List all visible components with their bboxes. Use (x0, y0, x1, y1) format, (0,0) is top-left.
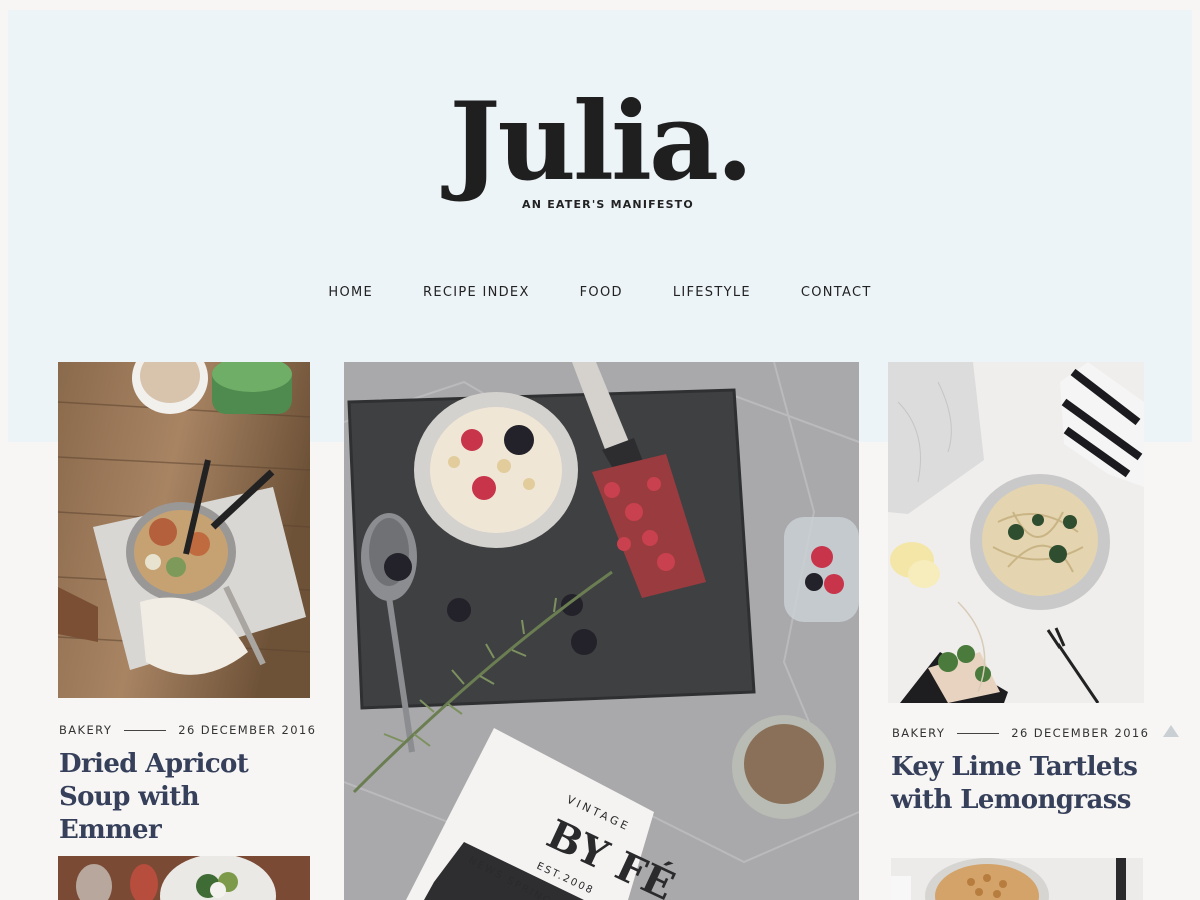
post-date: 26 DECEMBER 2016 (1011, 726, 1150, 740)
nav-item-home[interactable]: HOME (328, 285, 373, 300)
nav-item-lifestyle[interactable]: LIFESTYLE (673, 285, 751, 300)
wood-table-food-image (58, 362, 310, 698)
post-title-link[interactable]: Dried Apricot Soup with Emmer (59, 748, 309, 847)
post-image-key-lime-tartlets[interactable] (888, 362, 1144, 703)
post-category-link[interactable]: BAKERY (892, 726, 945, 740)
site-tagline: AN EATER'S MANIFESTO (522, 198, 694, 211)
post-title-link[interactable]: Key Lime Tartlets with Lemongrass (891, 751, 1143, 817)
post-meta-right: BAKERY 26 DECEMBER 2016 (892, 726, 1149, 740)
main-navigation: HOME RECIPE INDEX FOOD LIFESTYLE CONTACT (8, 285, 1192, 300)
post-meta-left: BAKERY 26 DECEMBER 2016 (59, 723, 316, 737)
nav-item-food[interactable]: FOOD (580, 285, 623, 300)
post-image-salad-partial[interactable] (58, 856, 310, 900)
scroll-to-top-icon[interactable] (1163, 725, 1179, 737)
salad-image (58, 856, 310, 900)
nav-item-contact[interactable]: CONTACT (801, 285, 872, 300)
grain-bowl-image (891, 858, 1143, 900)
meta-divider (124, 729, 167, 731)
post-category-link[interactable]: BAKERY (59, 723, 112, 737)
nav-item-recipe-index[interactable]: RECIPE INDEX (423, 285, 530, 300)
meta-divider (957, 732, 1000, 734)
slate-board-food-image: BY FÉ VINTAGE EST.2008 NEWS SPRING (344, 362, 859, 900)
marble-pasta-image (888, 362, 1144, 703)
post-image-apricot-soup[interactable] (58, 362, 310, 698)
post-image-featured-breakfast[interactable]: BY FÉ VINTAGE EST.2008 NEWS SPRING (344, 362, 859, 900)
post-date: 26 DECEMBER 2016 (178, 723, 317, 737)
site-logo[interactable]: Julia. (8, 88, 1192, 196)
post-image-grain-partial[interactable] (891, 858, 1143, 900)
